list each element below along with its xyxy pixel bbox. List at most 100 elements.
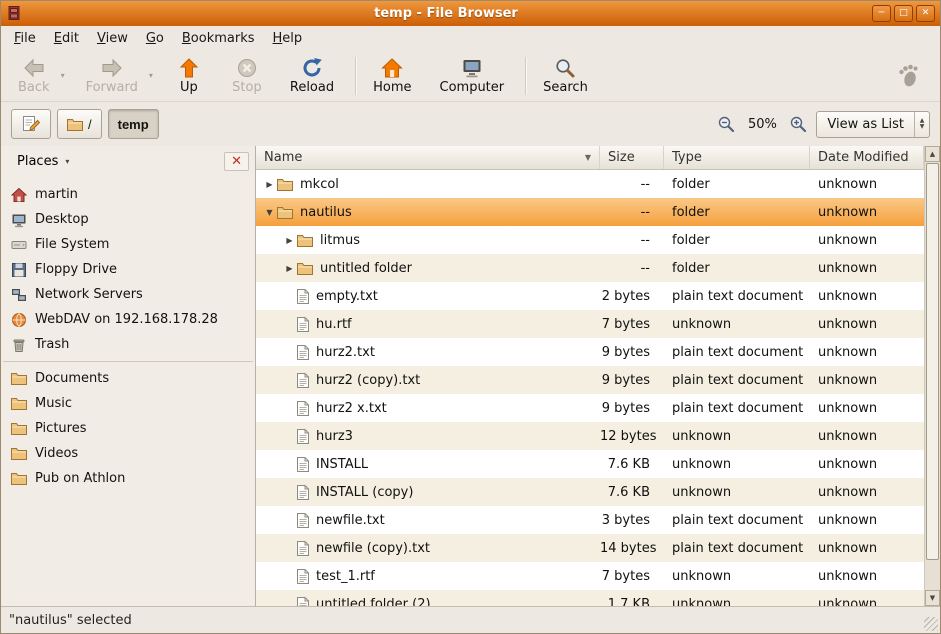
text-file-icon [297, 569, 309, 584]
scroll-down-button[interactable]: ▼ [925, 590, 940, 606]
file-row-mkcol[interactable]: ▶mkcol--folderunknown [256, 170, 924, 198]
zoom-in-button[interactable] [787, 113, 809, 135]
close-button[interactable]: ✕ [916, 5, 935, 22]
file-list-area: Name ▼ Size Type Date Modified ▶mkcol--f… [256, 146, 924, 606]
file-row-empty-txt[interactable]: empty.txt2 bytesplain text documentunkno… [256, 282, 924, 310]
file-row-newfile-copy-txt[interactable]: newfile (copy).txt14 bytesplain text doc… [256, 534, 924, 562]
home-icon [381, 57, 403, 79]
reload-button[interactable]: Reload [281, 54, 343, 98]
column-header-name[interactable]: Name ▼ [256, 146, 600, 169]
file-type-cell: unknown [664, 317, 810, 332]
menu-file[interactable]: File [5, 28, 45, 49]
network-icon [11, 287, 27, 303]
user-home-icon [11, 187, 27, 203]
desktop-icon [11, 212, 27, 228]
file-size-cell: 9 bytes [600, 401, 664, 416]
menu-view[interactable]: View [88, 28, 137, 49]
sidebar-item-desktop[interactable]: Desktop [1, 207, 255, 232]
view-mode-select[interactable]: View as List ▲▼ [816, 111, 930, 138]
file-row-hurz2-x-txt[interactable]: hurz2 x.txt9 bytesplain text documentunk… [256, 394, 924, 422]
zoom-out-button[interactable] [715, 113, 737, 135]
file-row-hurz2-copy-txt[interactable]: hurz2 (copy).txt9 bytesplain text docume… [256, 366, 924, 394]
file-row-hurz3[interactable]: hurz312 bytesunknownunknown [256, 422, 924, 450]
menu-edit[interactable]: Edit [45, 28, 88, 49]
forward-history-dropdown-icon[interactable]: ▾ [147, 71, 155, 80]
text-file-icon [297, 541, 309, 556]
back-history-dropdown-icon[interactable]: ▾ [59, 71, 67, 80]
sidebar-item-martin[interactable]: martin [1, 182, 255, 207]
menu-go[interactable]: Go [137, 28, 173, 49]
expander-expanded-icon[interactable]: ▼ [262, 208, 277, 217]
sidebar-item-label: Network Servers [35, 287, 143, 302]
trash-icon [11, 337, 27, 353]
file-type-cell: plain text document [664, 345, 810, 360]
sidebar-item-file-system[interactable]: File System [1, 232, 255, 257]
sidebar-item-pictures[interactable]: Pictures [1, 416, 255, 441]
file-size-cell: 7.6 KB [600, 485, 664, 500]
minimize-button[interactable]: ─ [872, 5, 891, 22]
menu-help[interactable]: Help [264, 28, 312, 49]
sidebar-item-network-servers[interactable]: Network Servers [1, 282, 255, 307]
computer-button[interactable]: Computer [431, 54, 514, 98]
resize-grip[interactable] [924, 617, 938, 631]
sidebar-item-documents[interactable]: Documents [1, 366, 255, 391]
menu-bookmarks[interactable]: Bookmarks [173, 28, 264, 49]
sidebar-item-floppy-drive[interactable]: Floppy Drive [1, 257, 255, 282]
search-button[interactable]: Search [534, 54, 597, 98]
file-row-test-1-rtf[interactable]: test_1.rtf7 bytesunknownunknown [256, 562, 924, 590]
vertical-scrollbar[interactable]: ▲ ▼ [924, 146, 940, 606]
stop-button-group: Stop [223, 54, 271, 98]
up-button-label: Up [180, 80, 198, 95]
file-name-cell: ▼nautilus [256, 205, 600, 220]
file-size-cell: 9 bytes [600, 373, 664, 388]
location-bar: / temp 50% View as List ▲▼ [1, 102, 940, 146]
file-row-litmus[interactable]: ▶litmus--folderunknown [256, 226, 924, 254]
maximize-button[interactable]: □ [894, 5, 913, 22]
titlebar[interactable]: temp - File Browser ─□✕ [1, 1, 940, 26]
path-button-current[interactable]: temp [108, 109, 159, 139]
forward-button[interactable]: Forward [77, 54, 147, 98]
filesystem-icon [11, 237, 27, 253]
home-button[interactable]: Home [364, 54, 420, 98]
file-row-install-copy[interactable]: INSTALL (copy)7.6 KBunknownunknown [256, 478, 924, 506]
zoom-level: 50% [744, 117, 780, 132]
back-button[interactable]: Back [9, 54, 59, 98]
sidebar-item-videos[interactable]: Videos [1, 441, 255, 466]
column-header-date[interactable]: Date Modified [810, 146, 924, 169]
back-button-label: Back [18, 80, 50, 95]
toggle-location-entry-button[interactable] [11, 109, 51, 139]
file-name: litmus [320, 233, 360, 248]
file-row-install[interactable]: INSTALL7.6 KBunknownunknown [256, 450, 924, 478]
folder-icon [11, 372, 27, 385]
expander-collapsed-icon[interactable]: ▶ [282, 264, 297, 273]
path-button-root[interactable]: / [57, 109, 102, 139]
scroll-up-button[interactable]: ▲ [925, 146, 940, 162]
sidebar-item-trash[interactable]: Trash [1, 332, 255, 357]
column-header-type[interactable]: Type [664, 146, 810, 169]
column-header-size[interactable]: Size [600, 146, 664, 169]
back-icon [23, 57, 45, 79]
file-name: INSTALL [316, 457, 368, 472]
file-modified-cell: unknown [810, 401, 924, 416]
file-row-untitled-folder[interactable]: ▶untitled folder--folderunknown [256, 254, 924, 282]
file-size-cell: 2 bytes [600, 289, 664, 304]
file-row-hu-rtf[interactable]: hu.rtf7 bytesunknownunknown [256, 310, 924, 338]
file-row-newfile-txt[interactable]: newfile.txt3 bytesplain text documentunk… [256, 506, 924, 534]
sidebar-item-webdav-on-192-168-178-28[interactable]: WebDAV on 192.168.178.28 [1, 307, 255, 332]
file-row-hurz2-txt[interactable]: hurz2.txt9 bytesplain text documentunkno… [256, 338, 924, 366]
sidebar-item-pub-on-athlon[interactable]: Pub on Athlon [1, 466, 255, 491]
places-selector-button[interactable]: Places ▾ [7, 150, 79, 173]
sidebar-close-button[interactable]: ✕ [224, 152, 249, 171]
expander-collapsed-icon[interactable]: ▶ [262, 180, 277, 189]
sidebar-item-label: WebDAV on 192.168.178.28 [35, 312, 218, 327]
file-row-untitled-folder-2[interactable]: untitled folder (2)1.7 KBunknownunknown [256, 590, 924, 606]
sidebar-item-music[interactable]: Music [1, 391, 255, 416]
stop-button[interactable]: Stop [223, 54, 271, 98]
file-name-cell: hu.rtf [256, 317, 600, 332]
expander-collapsed-icon[interactable]: ▶ [282, 236, 297, 245]
scrollbar-thumb[interactable] [926, 163, 939, 560]
combo-stepper-icon[interactable]: ▲▼ [914, 112, 929, 137]
file-row-nautilus[interactable]: ▼nautilus--folderunknown [256, 198, 924, 226]
file-name-cell: hurz3 [256, 429, 600, 444]
up-button[interactable]: Up [165, 54, 213, 98]
